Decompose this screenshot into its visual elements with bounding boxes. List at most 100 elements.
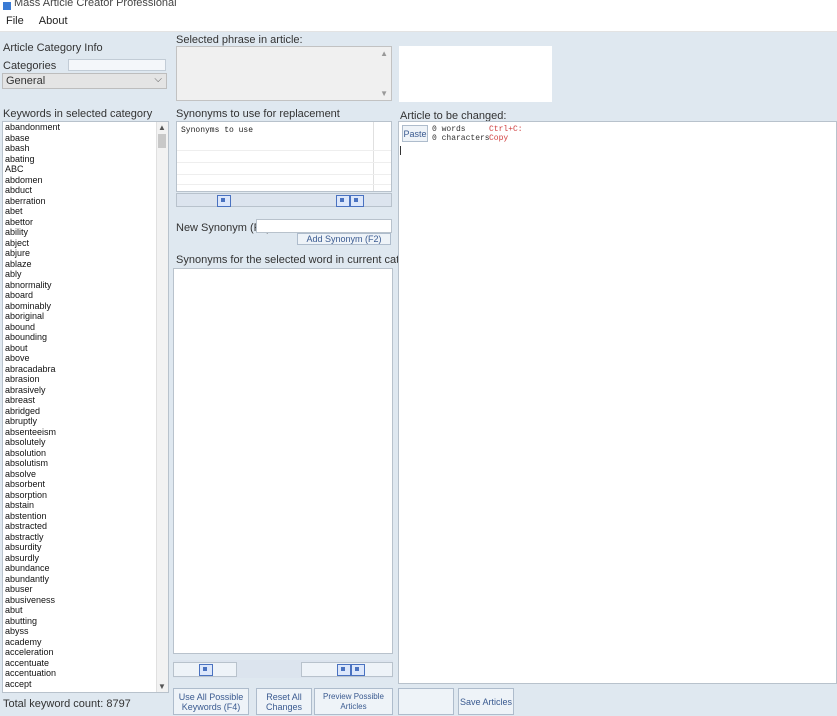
keyword-item[interactable]: absenteeism [3,427,168,438]
blank-button[interactable] [398,688,454,715]
keyword-item[interactable]: absolutely [3,437,168,448]
keyword-item[interactable]: absorbent [3,479,168,490]
keyword-item[interactable]: ability [3,227,168,238]
move-up-icon [351,664,365,676]
keyword-item[interactable]: abrasively [3,385,168,396]
use-all-keywords-button[interactable]: Use All Possible Keywords (F4) [173,688,249,715]
keywords-items: abandonment abase abash abating ABC abdomen ab… [3,122,168,689]
keyword-item[interactable]: about [3,343,168,354]
keyword-item[interactable]: ABC [3,164,168,175]
copy-shortcut: Ctrl+C: [489,125,523,134]
keyword-item[interactable]: above [3,353,168,364]
keyword-item[interactable]: abating [3,154,168,165]
move-down-icon[interactable] [217,195,231,207]
keywords-list[interactable]: abandonment abase abash abating ABC abdomen ab… [2,121,169,693]
categories-field[interactable] [68,59,166,71]
keyword-item[interactable]: abruptly [3,416,168,427]
keyword-item[interactable]: ablaze [3,259,168,270]
scroll-up-icon[interactable]: ▲ [158,123,166,132]
keyword-item[interactable]: absurdity [3,542,168,553]
keyword-item[interactable]: ably [3,269,168,280]
word-count: 0 words [432,125,466,134]
keyword-item[interactable]: abet [3,206,168,217]
keyword-item[interactable]: abject [3,238,168,249]
move-both-icon[interactable] [350,195,364,207]
keyword-item[interactable]: abundantly [3,574,168,585]
keyword-item[interactable]: abutting [3,616,168,627]
menu-about[interactable]: About [33,12,74,27]
preview-pane [399,46,552,102]
keyword-item[interactable]: abundance [3,563,168,574]
keyword-item[interactable]: abyss [3,626,168,637]
move-up-icon [199,664,213,676]
keyword-item[interactable]: academy [3,637,168,648]
keyword-item[interactable]: absolve [3,469,168,480]
category-synonyms-label: Synonyms for the selected word in curren… [176,254,430,266]
keyword-item[interactable]: absolution [3,448,168,459]
keyword-item[interactable]: abominably [3,301,168,312]
add-synonym-button[interactable]: Add Synonym (F2) [297,233,391,245]
save-articles-button[interactable]: Save Articles [458,688,514,715]
keyword-item[interactable]: abut [3,605,168,616]
keyword-item[interactable]: abash [3,143,168,154]
category-synonyms-button-bar [173,660,393,678]
reset-changes-button[interactable]: Reset All Changes [256,688,312,715]
keyword-item[interactable]: accept [3,679,168,690]
keyword-item[interactable]: abusiveness [3,595,168,606]
new-synonym-input[interactable] [256,219,392,233]
scroll-down-icon[interactable]: ▼ [158,682,166,691]
article-editor[interactable]: Paste 0 words 0 characters Ctrl+C: Copy [398,121,837,684]
keywords-scrollbar[interactable]: ▲ ▼ [156,122,168,692]
scrollbar-thumb[interactable] [158,134,166,148]
keywords-label: Keywords in selected category [3,108,153,120]
category-info-title: Article Category Info [3,42,103,54]
keyword-item[interactable]: abstractly [3,532,168,543]
category-selected: General [6,75,46,87]
keyword-item[interactable]: absurdly [3,553,168,564]
row-line [177,162,391,163]
menu-file[interactable]: File [0,12,30,27]
keyword-item[interactable]: abase [3,133,168,144]
keyword-item[interactable]: abstain [3,500,168,511]
row-line [177,150,391,151]
category-dropdown[interactable]: General ⌵ [2,73,167,89]
copy-link[interactable]: Copy [489,134,508,143]
keyword-item[interactable]: abrasion [3,374,168,385]
category-synonyms-list[interactable] [173,268,393,654]
keyword-item[interactable]: acceleration [3,647,168,658]
scroll-up-icon: ▲ [380,49,388,58]
keyword-item[interactable]: abreast [3,395,168,406]
keyword-item[interactable]: abuser [3,584,168,595]
keyword-item[interactable]: abracadabra [3,364,168,375]
keyword-item[interactable]: aberration [3,196,168,207]
window-title: Mass Article Creator Professional [14,0,177,9]
add-all-button[interactable] [301,662,393,677]
keyword-item[interactable]: abstracted [3,521,168,532]
keyword-item[interactable]: abduct [3,185,168,196]
keyword-item[interactable]: abstention [3,511,168,522]
synonyms-button-bar [176,193,392,207]
keyword-item[interactable]: accentuation [3,668,168,679]
row-line [177,174,391,175]
paste-button[interactable]: Paste [402,125,428,142]
add-to-replacement-button[interactable] [173,662,237,677]
categories-label: Categories [3,60,57,72]
keyword-item[interactable]: absorption [3,490,168,501]
keyword-item[interactable]: accentuate [3,658,168,669]
keyword-item[interactable]: aboard [3,290,168,301]
keyword-item[interactable]: abounding [3,332,168,343]
keyword-item[interactable]: abdomen [3,175,168,186]
move-up-icon[interactable] [336,195,350,207]
keyword-item[interactable]: abridged [3,406,168,417]
keyword-item[interactable]: aboriginal [3,311,168,322]
preview-articles-button[interactable]: Preview Possible Articles [314,688,393,715]
keyword-item[interactable]: abjure [3,248,168,259]
keyword-item[interactable]: abnormality [3,280,168,291]
app-icon [3,2,11,10]
keyword-item[interactable]: absolutism [3,458,168,469]
keyword-item[interactable]: abettor [3,217,168,228]
keyword-item[interactable]: abandonment [3,122,168,133]
synonyms-table[interactable]: Synonyms to use [176,121,392,192]
keyword-item[interactable]: abound [3,322,168,333]
selected-phrase-box[interactable]: ▲ ▼ [176,46,392,101]
